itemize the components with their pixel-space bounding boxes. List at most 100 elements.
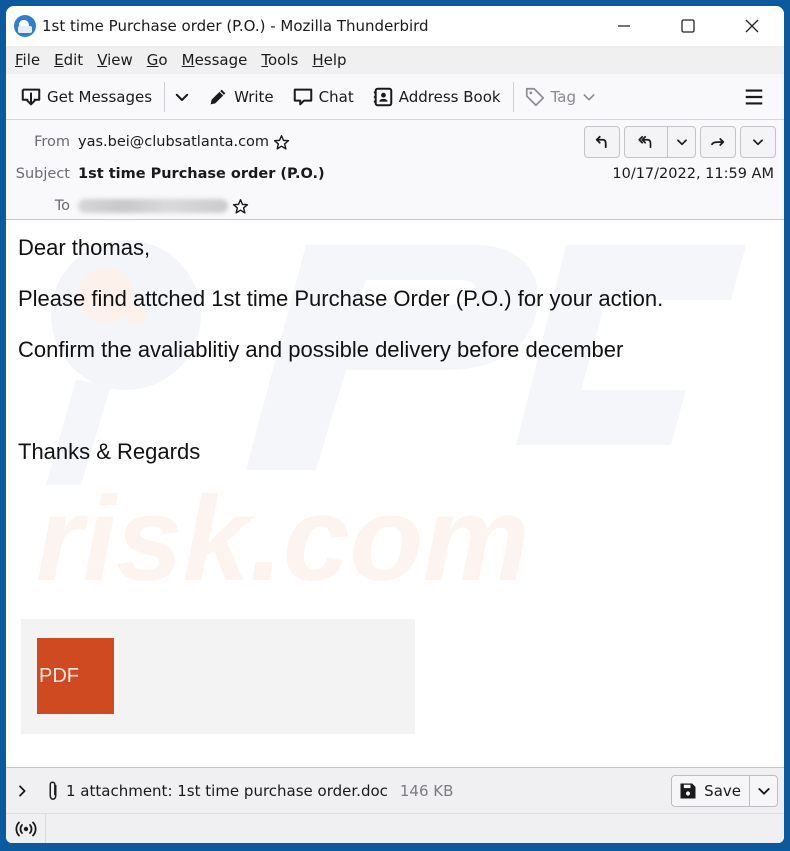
menu-help-accel: H: [312, 51, 324, 69]
chat-bubble-icon: [293, 88, 312, 105]
forward-button[interactable]: [700, 126, 736, 158]
more-actions-button[interactable]: [740, 126, 776, 158]
menu-go-label: o: [158, 51, 168, 69]
attachment-size: 146 KB: [399, 781, 454, 800]
body-line-1: Please find attched 1st time Purchase Or…: [18, 286, 664, 311]
maximize-button[interactable]: [656, 6, 720, 46]
reply-button[interactable]: [584, 126, 620, 158]
hamburger-menu-icon: [745, 88, 763, 105]
tag-button[interactable]: Tag: [518, 81, 603, 113]
online-status-button[interactable]: [6, 814, 46, 843]
chevron-right-icon[interactable]: [14, 783, 30, 799]
broadcast-icon: [14, 821, 37, 836]
menu-go-accel: G: [146, 51, 159, 69]
attachment-bar: 1 attachment: 1st time purchase order.do…: [6, 767, 784, 813]
attachment-summary[interactable]: 1 attachment: 1st time purchase order.do…: [66, 782, 388, 800]
toolbar-separator: [512, 81, 514, 112]
toolbar-separator: [164, 81, 166, 112]
save-label: Save: [704, 781, 741, 800]
window-controls: [592, 6, 784, 46]
menu-bar: File Edit View Go Message Tools Help: [6, 46, 784, 74]
message-header: From yas.bei@clubsatlanta.com Subject 1s…: [6, 120, 784, 220]
chevron-down-icon: [676, 139, 687, 146]
svg-text:risk.com: risk.com: [36, 472, 530, 606]
write-button[interactable]: Write: [201, 81, 280, 113]
menu-file-label: ile: [22, 51, 41, 69]
signoff: Thanks & Regards: [18, 439, 201, 464]
pencil-icon: [210, 89, 226, 104]
reply-all-icon: [638, 135, 652, 149]
menu-file-accel: F: [15, 51, 23, 69]
write-label: Write: [234, 87, 274, 106]
menu-message-label: essage: [194, 51, 248, 69]
message-actions: [584, 126, 776, 158]
menu-tools-label: ools: [268, 51, 299, 69]
save-dropdown[interactable]: [749, 775, 777, 806]
thunderbird-window: 1st time Purchase order (P.O.) - Mozilla…: [6, 6, 784, 843]
status-bar: [6, 813, 784, 843]
download-inbox-icon: [21, 88, 41, 105]
paperclip-icon: [49, 781, 57, 800]
message-date: 10/17/2022, 11:59 AM: [612, 166, 774, 182]
address-book-button[interactable]: Address Book: [366, 81, 507, 113]
menu-file[interactable]: File: [12, 51, 46, 69]
maximize-icon: [681, 19, 695, 33]
from-address[interactable]: yas.bei@clubsatlanta.com: [78, 134, 269, 150]
title-bar[interactable]: 1st time Purchase order (P.O.) - Mozilla…: [6, 6, 784, 46]
close-button[interactable]: [720, 6, 784, 46]
app-menu-button[interactable]: [734, 86, 774, 108]
menu-tools-accel: T: [261, 51, 268, 69]
message-body: risk.com Dear thomas, Please find attche…: [6, 220, 784, 767]
tag-label: Tag: [550, 87, 576, 106]
get-messages-dropdown[interactable]: [169, 81, 195, 113]
menu-view[interactable]: View: [94, 51, 139, 69]
menu-view-label: iew: [107, 51, 133, 69]
inline-attachment-preview[interactable]: PDF: [21, 619, 415, 734]
tag-icon: [525, 87, 544, 106]
menu-tools[interactable]: Tools: [258, 51, 304, 69]
menu-edit-accel: E: [54, 51, 64, 69]
to-row: To: [6, 190, 776, 222]
greeting: Dear thomas,: [18, 235, 151, 260]
menu-go[interactable]: Go: [144, 51, 174, 69]
reply-all-split-button: [624, 126, 696, 158]
menu-message-accel: M: [181, 51, 195, 69]
address-book-icon: [373, 87, 392, 106]
chevron-down-icon: [753, 139, 763, 146]
reply-all-button[interactable]: [625, 127, 667, 157]
minimize-button[interactable]: [592, 6, 656, 46]
forward-arrow-icon: [711, 138, 725, 146]
close-icon: [745, 19, 759, 33]
reply-icon: [595, 135, 607, 149]
menu-edit[interactable]: Edit: [51, 51, 89, 69]
to-label: To: [54, 198, 70, 214]
star-icon[interactable]: [273, 134, 290, 151]
get-messages-button[interactable]: Get Messages: [14, 81, 158, 113]
star-icon[interactable]: [232, 198, 249, 215]
chevron-down-icon: [175, 93, 189, 101]
chevron-down-icon: [757, 787, 770, 795]
thunderbird-logo-icon: [14, 15, 36, 37]
main-toolbar: Get Messages Write Chat Address Book Tag: [6, 74, 784, 120]
subject-value: 1st time Purchase order (P.O.): [78, 166, 325, 182]
save-split-button: Save: [671, 774, 778, 807]
reply-all-dropdown[interactable]: [667, 127, 695, 157]
window-title: 1st time Purchase order (P.O.) - Mozilla…: [42, 17, 429, 35]
address-book-label: Address Book: [398, 87, 501, 106]
floppy-disk-icon: [680, 783, 696, 798]
menu-message[interactable]: Message: [179, 51, 254, 69]
chat-label: Chat: [318, 87, 354, 106]
get-messages-label: Get Messages: [47, 87, 153, 106]
menu-help[interactable]: Help: [309, 51, 352, 69]
subject-label: Subject: [15, 166, 70, 182]
menu-edit-label: dit: [63, 51, 84, 69]
pdf-file-icon[interactable]: PDF: [37, 638, 114, 714]
minimize-icon: [618, 25, 630, 27]
chat-button[interactable]: Chat: [286, 81, 360, 113]
to-address-redacted[interactable]: [78, 199, 228, 213]
body-line-2: Confirm the avaliablitiy and possible de…: [18, 337, 624, 362]
menu-help-label: elp: [323, 51, 347, 69]
save-button[interactable]: Save: [672, 776, 749, 806]
from-label: From: [34, 134, 70, 150]
